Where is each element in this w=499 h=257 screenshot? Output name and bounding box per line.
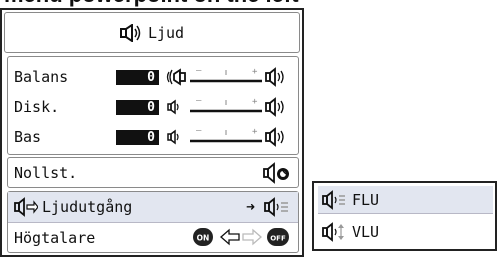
menu-title: Ljud bbox=[147, 23, 185, 42]
speaker-low-icon bbox=[167, 99, 179, 115]
output-box: Ljudutgång ➜ Högtalare ON OFF bbox=[7, 191, 299, 253]
balance-slider[interactable]: — + bbox=[166, 65, 293, 89]
svg-text:—: — bbox=[196, 66, 202, 76]
audio-variable-icon bbox=[322, 222, 346, 242]
treble-value: 0 bbox=[116, 99, 159, 115]
balance-row[interactable]: Balans 0 — + bbox=[8, 63, 298, 91]
submenu-item-flu[interactable]: FLU bbox=[318, 186, 493, 214]
svg-text:+: + bbox=[252, 97, 258, 107]
speaker-high-icon bbox=[265, 127, 284, 147]
submenu-item-flu-label: FLU bbox=[352, 190, 380, 209]
speaker-icon bbox=[119, 23, 142, 42]
svg-text:—: — bbox=[196, 96, 202, 106]
on-badge-icon: ON bbox=[192, 227, 214, 247]
audio-output-label: Ljudutgång bbox=[42, 198, 133, 216]
treble-row[interactable]: Disk. 0 — + bbox=[8, 93, 298, 121]
speaker-low-icon bbox=[167, 129, 179, 145]
audio-fixed-icon bbox=[322, 189, 346, 210]
bass-slider[interactable]: — + bbox=[166, 125, 293, 149]
speaker-label: Högtalare bbox=[14, 229, 96, 247]
svg-text:ON: ON bbox=[197, 234, 210, 243]
speaker-left-icon bbox=[166, 68, 186, 86]
balance-label: Balans bbox=[14, 68, 69, 86]
header-strip: menu powerpoint on the left bbox=[0, 0, 499, 8]
audio-fixed-icon bbox=[264, 197, 290, 217]
reset-icon bbox=[263, 161, 291, 185]
audio-menu-panel: Ljud Balans 0 — + Disk. 0 — + Bas 0 — + … bbox=[0, 8, 304, 257]
audio-output-row[interactable]: Ljudutgång ➜ bbox=[8, 192, 298, 223]
svg-text:—: — bbox=[196, 126, 202, 136]
speaker-high-icon bbox=[265, 97, 284, 117]
speaker-right-icon bbox=[265, 67, 284, 87]
arrow-right-icon: ➜ bbox=[246, 198, 256, 216]
audio-output-submenu: FLU VLU bbox=[312, 181, 497, 251]
submenu-item-vlu-label: VLU bbox=[352, 223, 380, 241]
reset-row[interactable]: Nollst. bbox=[8, 159, 298, 187]
svg-text:+: + bbox=[252, 67, 258, 77]
bass-value: 0 bbox=[116, 129, 159, 145]
bass-label: Bas bbox=[14, 128, 42, 146]
treble-slider[interactable]: — + bbox=[166, 95, 293, 119]
reset-label: Nollst. bbox=[14, 164, 78, 182]
speaker-row[interactable]: Högtalare ON OFF bbox=[8, 223, 298, 253]
off-badge-icon: OFF bbox=[266, 227, 290, 247]
submenu-item-vlu[interactable]: VLU bbox=[318, 218, 493, 246]
svg-text:+: + bbox=[252, 127, 258, 137]
menu-title-box: Ljud bbox=[4, 12, 300, 53]
bass-row[interactable]: Bas 0 — + bbox=[8, 123, 298, 151]
header-partial-text: menu powerpoint on the left bbox=[4, 0, 299, 8]
toggle-arrows-icon bbox=[219, 227, 263, 247]
svg-text:OFF: OFF bbox=[270, 235, 286, 243]
adjustments-box: Balans 0 — + Disk. 0 — + Bas 0 — + bbox=[7, 56, 299, 155]
treble-label: Disk. bbox=[14, 98, 60, 116]
audio-output-icon bbox=[14, 197, 38, 217]
balance-value: 0 bbox=[116, 69, 159, 85]
reset-box[interactable]: Nollst. bbox=[7, 157, 299, 188]
